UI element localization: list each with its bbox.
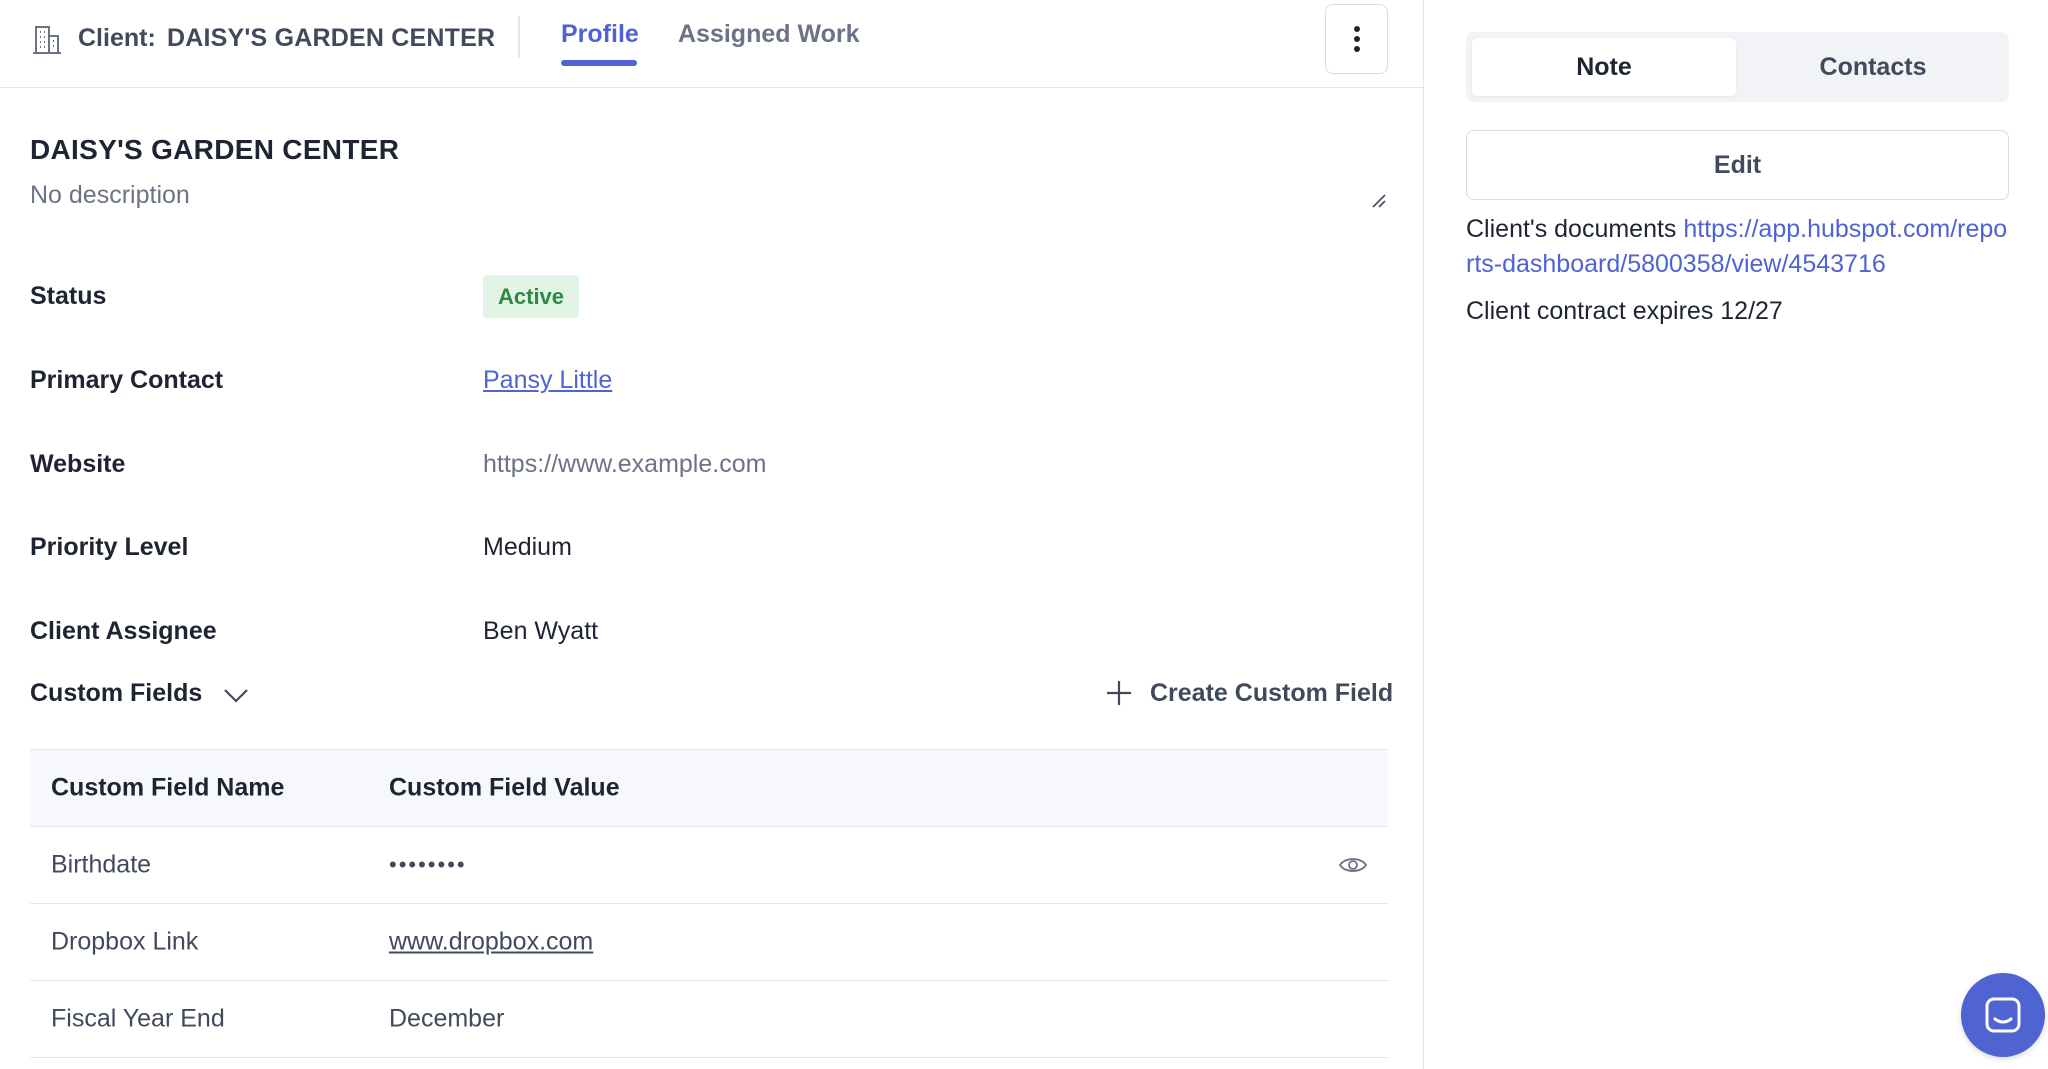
column-header-name: Custom Field Name bbox=[51, 773, 285, 802]
tab-assigned-work[interactable]: Assigned Work bbox=[678, 20, 860, 49]
chevron-down-icon[interactable] bbox=[222, 684, 250, 706]
tab-note[interactable]: Note bbox=[1472, 38, 1736, 96]
note-documents-line: Client's documents https://app.hubspot.c… bbox=[1466, 212, 2014, 282]
eye-icon[interactable] bbox=[1338, 854, 1368, 876]
table-row[interactable]: Fiscal Year End December bbox=[30, 981, 1388, 1058]
custom-field-name: Birthdate bbox=[51, 850, 152, 879]
custom-field-value: December bbox=[389, 1004, 505, 1033]
status-badge[interactable]: Active bbox=[483, 275, 580, 318]
note-contract-line: Client contract expires 12/27 bbox=[1466, 297, 1783, 325]
custom-field-value: •••••••• bbox=[389, 852, 467, 877]
building-icon bbox=[33, 26, 61, 54]
client-profile-pane: Client: DAISY'S GARDEN CENTER Profile As… bbox=[0, 0, 1424, 1069]
status-label: Status bbox=[30, 282, 107, 310]
custom-fields-table: Custom Field Name Custom Field Value Bir… bbox=[30, 749, 1388, 1058]
primary-contact-link[interactable]: Pansy Little bbox=[483, 366, 612, 395]
chat-launcher-button[interactable] bbox=[1961, 973, 2045, 1057]
table-header: Custom Field Name Custom Field Value bbox=[30, 749, 1388, 827]
create-custom-field-label: Create Custom Field bbox=[1150, 678, 1394, 707]
note-text: Client's documents bbox=[1466, 215, 1684, 243]
side-panel: Note Contacts Edit Client's documents ht… bbox=[1425, 0, 2048, 1069]
plus-icon bbox=[1107, 681, 1131, 705]
client-assignee-value[interactable]: Ben Wyatt bbox=[483, 617, 598, 646]
edit-note-button[interactable]: Edit bbox=[1466, 130, 2009, 200]
side-tabs: Note Contacts bbox=[1466, 32, 2009, 102]
tab-profile[interactable]: Profile bbox=[561, 20, 639, 49]
more-options-button[interactable] bbox=[1325, 4, 1388, 74]
website-value[interactable]: https://www.example.com bbox=[483, 450, 766, 479]
table-row[interactable]: Dropbox Link www.dropbox.com bbox=[30, 904, 1388, 981]
priority-level-label: Priority Level bbox=[30, 533, 189, 561]
dropbox-link[interactable]: www.dropbox.com bbox=[389, 928, 593, 957]
client-header: Client: DAISY'S GARDEN CENTER Profile As… bbox=[0, 0, 1423, 88]
website-label: Website bbox=[30, 450, 126, 478]
client-assignee-label: Client Assignee bbox=[30, 617, 217, 645]
priority-level-value[interactable]: Medium bbox=[483, 533, 572, 562]
create-custom-field-button[interactable]: Create Custom Field bbox=[1104, 674, 1393, 712]
primary-contact-label: Primary Contact bbox=[30, 366, 224, 394]
client-label: Client: bbox=[78, 24, 156, 52]
table-row[interactable]: Birthdate •••••••• bbox=[30, 827, 1388, 904]
client-name: DAISY'S GARDEN CENTER bbox=[167, 24, 496, 52]
header-divider bbox=[518, 16, 520, 58]
column-header-value: Custom Field Value bbox=[389, 773, 620, 802]
custom-field-name: Fiscal Year End bbox=[51, 1004, 225, 1033]
client-title[interactable]: DAISY'S GARDEN CENTER bbox=[30, 134, 399, 166]
tab-contacts[interactable]: Contacts bbox=[1742, 38, 2004, 96]
chat-icon bbox=[1985, 997, 2021, 1033]
active-tab-indicator bbox=[561, 60, 637, 66]
custom-fields-title[interactable]: Custom Fields bbox=[30, 679, 202, 708]
vertical-dots-icon bbox=[1353, 26, 1360, 52]
custom-field-name: Dropbox Link bbox=[51, 927, 199, 956]
client-description[interactable]: No description bbox=[30, 181, 190, 210]
resize-handle-icon[interactable] bbox=[1371, 193, 1387, 209]
